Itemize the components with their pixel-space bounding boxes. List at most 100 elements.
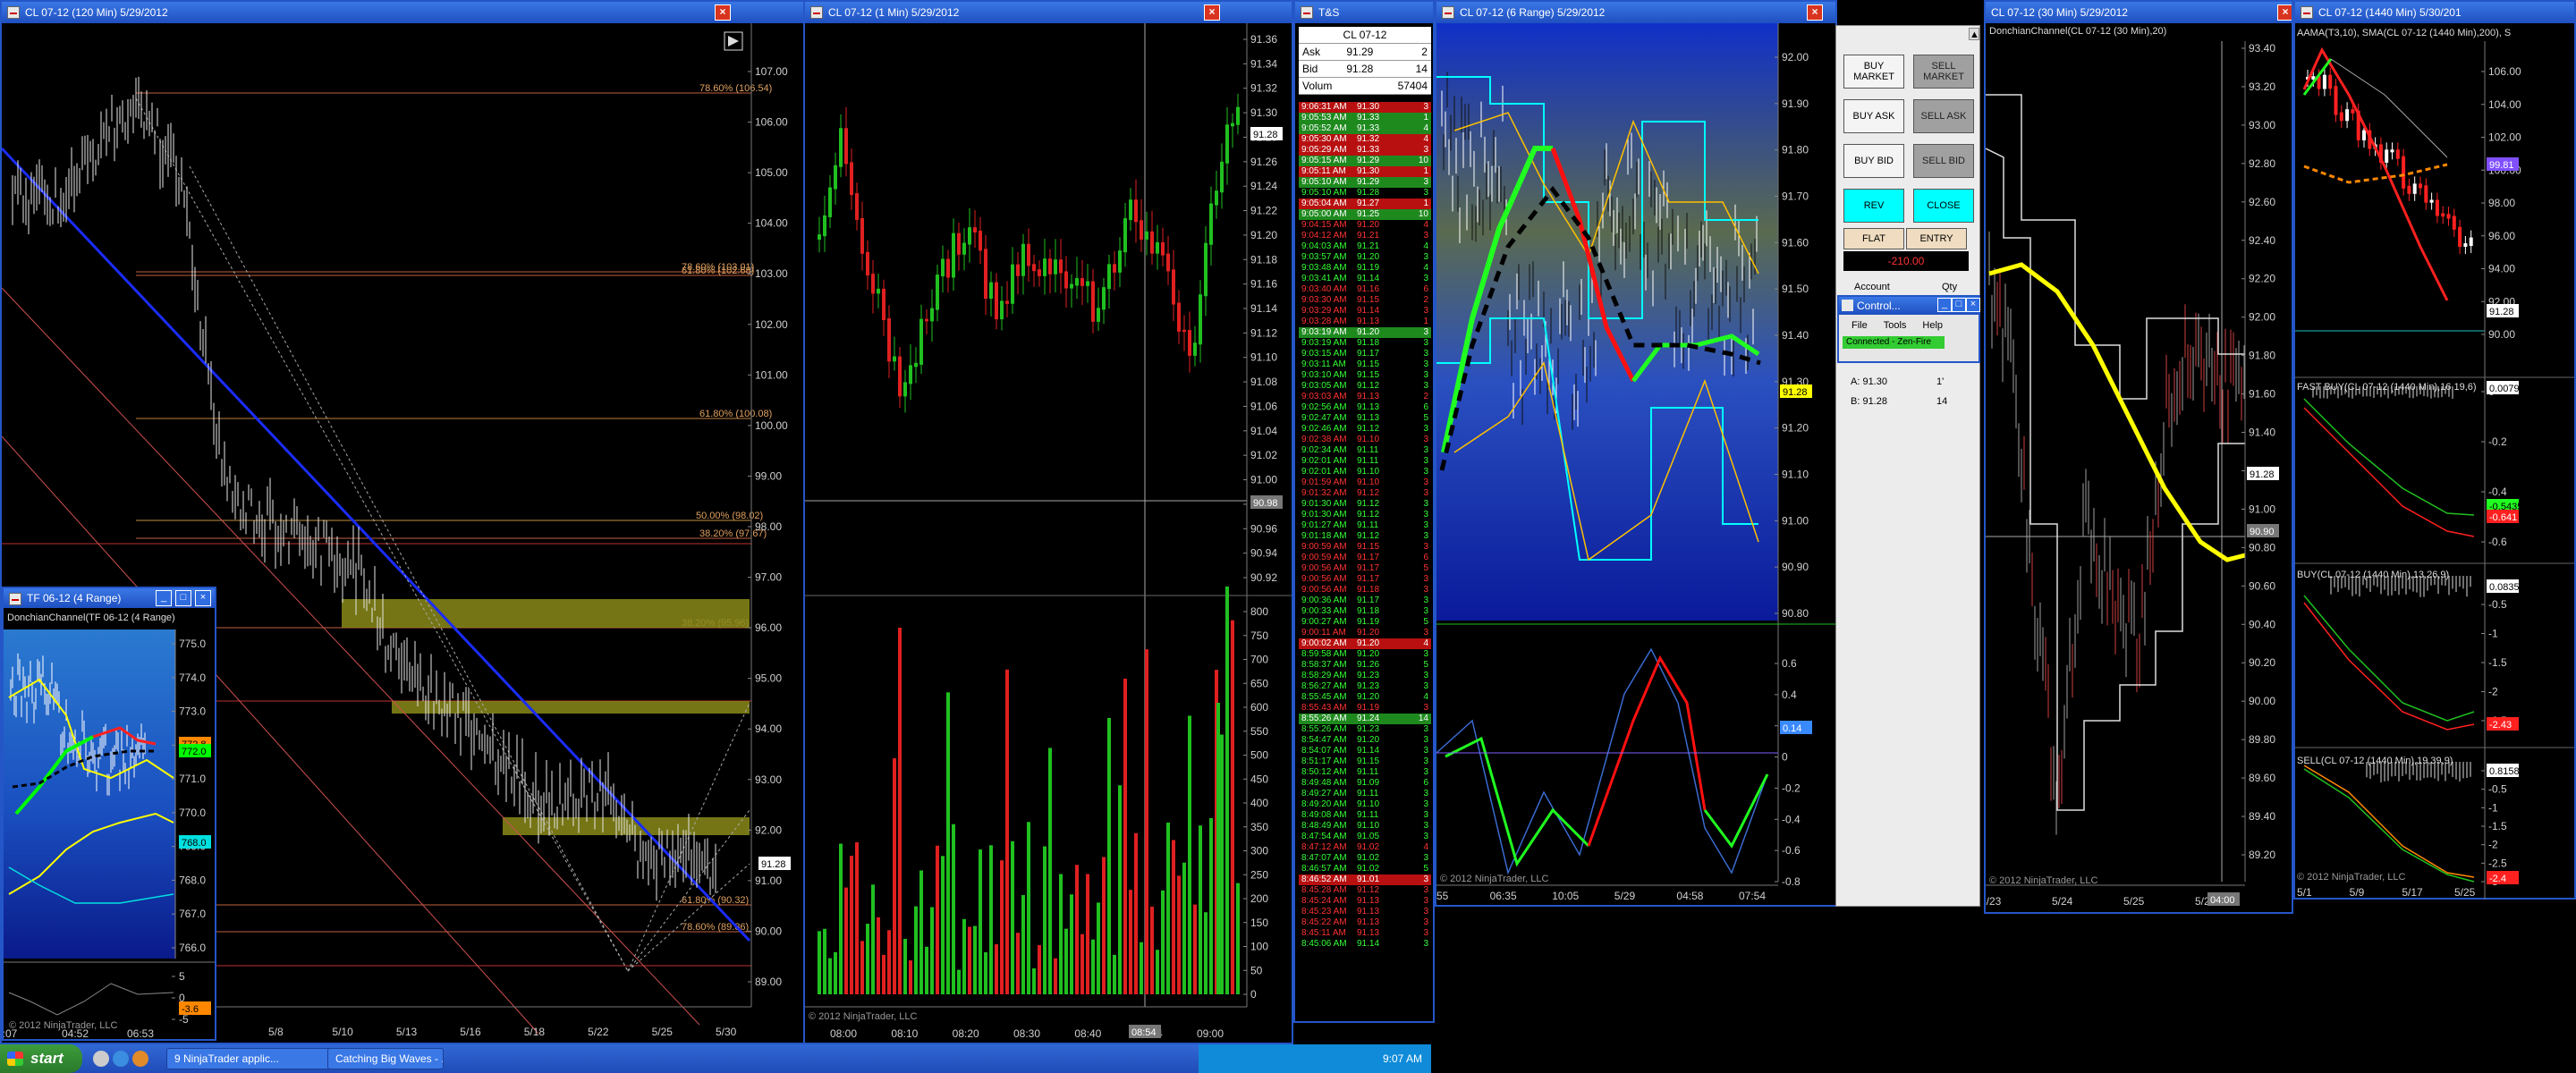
- sell-ask-button[interactable]: SELL ASK: [1913, 99, 1974, 133]
- ts-row[interactable]: 9:00:33 AM 91.18 3: [1299, 606, 1431, 617]
- quicklaunch-icon[interactable]: [132, 1051, 148, 1067]
- ts-row[interactable]: 8:45:11 AM 91.13 3: [1299, 928, 1431, 939]
- ts-row[interactable]: 9:03:19 AM 91.20 3: [1299, 327, 1431, 338]
- start-button[interactable]: start: [0, 1044, 82, 1073]
- titlebar-120min[interactable]: CL 07-12 (120 Min) 5/29/2012 ×: [2, 2, 805, 23]
- ts-row[interactable]: 8:47:54 AM 91.05 3: [1299, 832, 1431, 842]
- ts-row[interactable]: 9:02:34 AM 91.11 3: [1299, 445, 1431, 456]
- buy-bid-button[interactable]: BUY BID: [1843, 144, 1904, 178]
- ts-row[interactable]: 9:06:31 AM 91.30 3: [1299, 102, 1431, 113]
- chart-1440min[interactable]: AAMA(T3,10), SMA(CL 07-12 (1440 Min),200…: [2295, 23, 2574, 900]
- ts-row[interactable]: 9:01:27 AM 91.11 3: [1299, 520, 1431, 531]
- chart-6range[interactable]: 92.00 91.90 91.80 91.70 91.60 91.50 91.40 91.30…: [1436, 23, 1835, 905]
- taskbar-browser[interactable]: Catching Big Waves - ...: [327, 1048, 444, 1069]
- ts-row[interactable]: 9:03:15 AM 91.17 3: [1299, 349, 1431, 359]
- ts-row[interactable]: 9:00:36 AM 91.17 3: [1299, 596, 1431, 606]
- ts-row[interactable]: 8:56:27 AM 91.23 3: [1299, 681, 1431, 692]
- buy-market-button[interactable]: BUY MARKET: [1843, 55, 1904, 89]
- ts-row[interactable]: 9:03:05 AM 91.12 3: [1299, 381, 1431, 392]
- price-chart-1440min[interactable]: AAMA(T3,10), SMA(CL 07-12 (1440 Min),200…: [2295, 23, 2574, 900]
- taskbar-ninjatrader[interactable]: 9 NinjaTrader applic...: [166, 1048, 342, 1069]
- minimize-icon[interactable]: _: [1937, 298, 1952, 312]
- ts-row[interactable]: 8:49:08 AM 91.11 3: [1299, 810, 1431, 821]
- rev-button[interactable]: REV: [1843, 189, 1904, 223]
- close-position-button[interactable]: CLOSE: [1913, 189, 1974, 223]
- taskbar[interactable]: start 9 NinjaTrader applic... Catching B…: [0, 1044, 1431, 1073]
- sell-bid-button[interactable]: SELL BID: [1913, 144, 1974, 178]
- ts-row[interactable]: 9:01:30 AM 91.12 3: [1299, 510, 1431, 520]
- ts-row[interactable]: 8:45:06 AM 91.14 3: [1299, 939, 1431, 950]
- ts-row[interactable]: 9:03:10 AM 91.15 3: [1299, 370, 1431, 381]
- titlebar-ts[interactable]: T&S: [1295, 2, 1433, 23]
- quicklaunch-icon[interactable]: [93, 1051, 109, 1067]
- ts-row[interactable]: 9:01:18 AM 91.12 3: [1299, 531, 1431, 542]
- ts-row[interactable]: 8:48:49 AM 91.10 3: [1299, 821, 1431, 832]
- ts-row[interactable]: 8:49:27 AM 91.11 3: [1299, 789, 1431, 799]
- ts-row[interactable]: 8:47:12 AM 91.02 4: [1299, 842, 1431, 853]
- ts-row[interactable]: 8:46:52 AM 91.01 3: [1299, 874, 1431, 885]
- chart-30min[interactable]: DonchianChannel(CL 07-12 (30 Min),20) 93.…: [1986, 23, 2292, 912]
- ts-row[interactable]: 8:50:12 AM 91.11 3: [1299, 767, 1431, 778]
- price-chart-6range[interactable]: 92.0091.9091.8091.7091.6091.5091.4091.30…: [1436, 23, 1835, 907]
- ts-row[interactable]: 8:58:37 AM 91.26 5: [1299, 660, 1431, 671]
- maximize-icon[interactable]: □: [1952, 298, 1966, 312]
- window-time-and-sales[interactable]: T&S CL 07-12 Ask 91.29 2 Bid 91.28 14 Volum 5…: [1293, 0, 1435, 1023]
- ts-row[interactable]: 8:55:26 AM 91.23 3: [1299, 724, 1431, 735]
- close-icon[interactable]: ×: [1807, 4, 1823, 21]
- titlebar-1min[interactable]: CL 07-12 (1 Min) 5/29/2012 ×: [805, 2, 1292, 23]
- ts-row[interactable]: 9:04:12 AM 91.21 3: [1299, 231, 1431, 241]
- ts-row[interactable]: 9:03:40 AM 91.16 6: [1299, 284, 1431, 295]
- ts-row[interactable]: 9:03:29 AM 91.14 3: [1299, 306, 1431, 317]
- ts-row[interactable]: 8:49:20 AM 91.10 3: [1299, 799, 1431, 810]
- sell-market-button[interactable]: SELL MARKET: [1913, 55, 1974, 89]
- close-icon[interactable]: ×: [195, 590, 211, 606]
- close-icon[interactable]: ×: [1204, 4, 1220, 21]
- ts-row[interactable]: 8:45:22 AM 91.13 3: [1299, 917, 1431, 928]
- ts-row[interactable]: 9:04:15 AM 91.20 4: [1299, 220, 1431, 231]
- ts-row[interactable]: 9:05:15 AM 91.29 10: [1299, 156, 1431, 166]
- ts-row[interactable]: 9:02:38 AM 91.10 3: [1299, 435, 1431, 445]
- ts-row[interactable]: 9:05:04 AM 91.27 1: [1299, 199, 1431, 209]
- ts-row[interactable]: 9:05:11 AM 91.30 1: [1299, 166, 1431, 177]
- titlebar-6range[interactable]: CL 07-12 (6 Range) 5/29/2012 ×: [1436, 2, 1835, 23]
- ts-row[interactable]: 9:00:59 AM 91.15 3: [1299, 542, 1431, 553]
- ts-row[interactable]: 9:00:11 AM 91.20 3: [1299, 628, 1431, 638]
- chart-tf[interactable]: DonchianChannel(TF 06-12 (4 Range) 775.0 7…: [4, 608, 215, 1039]
- price-chart-tf[interactable]: DonchianChannel(TF 06-12 (4 Range) 775.0 7…: [4, 608, 215, 1039]
- ts-row[interactable]: 9:01:30 AM 91.12 3: [1299, 499, 1431, 510]
- window-1min[interactable]: CL 07-12 (1 Min) 5/29/2012 × 91.36 91.34 9…: [803, 0, 1293, 1044]
- entry-button[interactable]: ENTRY: [1906, 228, 1967, 249]
- ts-row[interactable]: 9:03:57 AM 91.20 3: [1299, 252, 1431, 263]
- ts-row[interactable]: 9:00:56 AM 91.17 5: [1299, 563, 1431, 574]
- ts-row[interactable]: 9:03:30 AM 91.15 2: [1299, 295, 1431, 306]
- ts-row[interactable]: 8:54:47 AM 91.20 3: [1299, 735, 1431, 746]
- ts-row[interactable]: 8:47:07 AM 91.02 3: [1299, 853, 1431, 864]
- order-panel[interactable]: ▲ BUY MARKET SELL MARKET BUY ASK SELL AS…: [1835, 25, 1980, 907]
- ts-row[interactable]: 9:00:27 AM 91.19 5: [1299, 617, 1431, 628]
- ts-trade-list[interactable]: 9:06:31 AM 91.30 3 9:05:53 AM 91.33 1 9:05:52 …: [1299, 102, 1431, 950]
- ts-row[interactable]: 9:00:56 AM 91.17 3: [1299, 574, 1431, 585]
- ts-row[interactable]: 8:49:48 AM 91.09 6: [1299, 778, 1431, 789]
- close-icon[interactable]: ×: [2277, 4, 2292, 21]
- ts-row[interactable]: 8:51:17 AM 91.15 3: [1299, 756, 1431, 767]
- close-icon[interactable]: ×: [1966, 298, 1980, 312]
- ts-row[interactable]: 9:05:00 AM 91.25 10: [1299, 209, 1431, 220]
- window-6range[interactable]: CL 07-12 (6 Range) 5/29/2012 × 92.00 91.9…: [1435, 0, 1837, 907]
- ts-row[interactable]: 8:59:58 AM 91.20 3: [1299, 649, 1431, 660]
- ts-row[interactable]: 9:05:10 AM 91.29 3: [1299, 177, 1431, 188]
- ts-row[interactable]: 9:02:46 AM 91.12 3: [1299, 424, 1431, 435]
- ts-row[interactable]: 8:45:28 AM 91.12 3: [1299, 885, 1431, 896]
- chart-1min[interactable]: 91.36 91.34 91.32 91.30 91.28 91.26 91.24 91.22…: [805, 23, 1292, 1043]
- ts-row[interactable]: 9:00:56 AM 91.18 3: [1299, 585, 1431, 596]
- control-titlebar[interactable]: Control... _ □ ×: [1839, 297, 1980, 315]
- ts-row[interactable]: 8:58:29 AM 91.23 3: [1299, 671, 1431, 681]
- buy-ask-button[interactable]: BUY ASK: [1843, 99, 1904, 133]
- titlebar-tf[interactable]: TF 06-12 (4 Range) _ □ ×: [4, 588, 215, 608]
- ts-row[interactable]: 8:45:23 AM 91.13 3: [1299, 907, 1431, 917]
- price-chart-1min[interactable]: 91.36 91.34 91.32 91.30 91.28 91.26 91.24 91.22…: [805, 23, 1292, 1044]
- ts-row[interactable]: 9:01:32 AM 91.12 3: [1299, 488, 1431, 499]
- ts-row[interactable]: 9:02:01 AM 91.10 3: [1299, 467, 1431, 477]
- ts-row[interactable]: 9:04:03 AM 91.21 4: [1299, 241, 1431, 252]
- window-30min[interactable]: CL 07-12 (30 Min) 5/29/2012 × DonchianCh…: [1984, 0, 2293, 914]
- ts-row[interactable]: 8:55:45 AM 91.20 4: [1299, 692, 1431, 703]
